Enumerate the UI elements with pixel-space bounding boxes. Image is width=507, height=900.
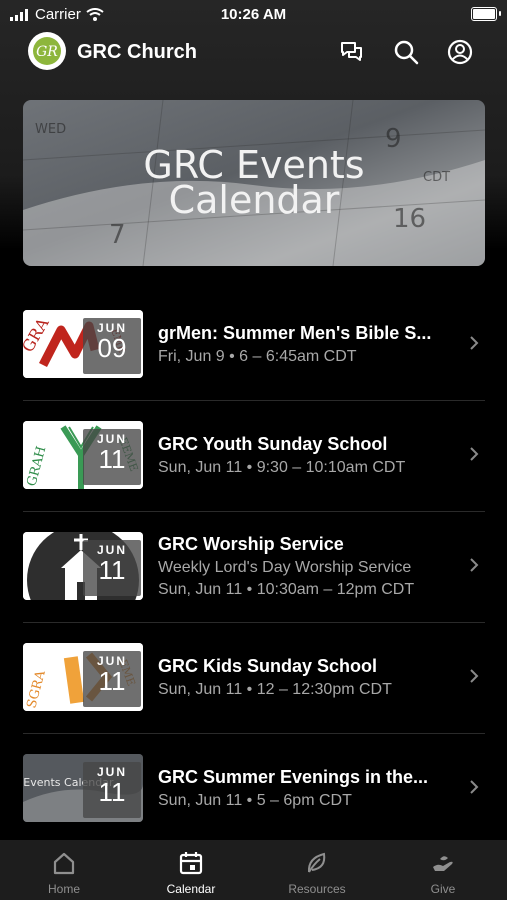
event-date-badge: JUN 11 — [83, 651, 141, 707]
tab-bar: Home Calendar Resources Give — [0, 840, 507, 900]
chevron-right-icon — [470, 780, 479, 794]
event-thumbnail: GRA EME JUN 09 — [23, 310, 143, 378]
status-time: 10:26 AM — [220, 6, 287, 23]
event-description: Weekly Lord's Day Worship Service — [158, 559, 412, 576]
chevron-right-icon — [470, 447, 479, 461]
home-icon — [53, 852, 75, 875]
tab-give[interactable]: Give — [398, 850, 488, 896]
search-icon[interactable] — [392, 38, 420, 66]
event-thumbnail: GRAH EEME JUN 11 — [23, 421, 143, 489]
event-thumbnail: JUN 11 — [23, 532, 143, 600]
app-header: GR GRC Church — [0, 30, 507, 76]
event-text: grMen: Summer Men's Bible S... Fri, Jun … — [158, 323, 458, 366]
chevron-right-icon — [470, 558, 479, 572]
event-item-worship-service[interactable]: JUN 11 GRC Worship Service Weekly Lord's… — [23, 512, 485, 623]
event-thumbnail: GRC Events Calendar JUN 11 — [23, 754, 143, 822]
event-time: Sun, Jun 11 • 10:30am – 12pm CDT — [158, 581, 415, 598]
tab-label: Resources — [288, 882, 346, 896]
event-item-kids-sunday-school[interactable]: SGRA EME JUN 11 GRC Kids Sunday School S… — [23, 623, 485, 734]
event-day: 11 — [98, 444, 126, 474]
app-title: GRC Church — [77, 41, 197, 63]
event-day: 09 — [97, 333, 127, 363]
event-day: 11 — [98, 666, 126, 696]
svg-text:GR: GR — [36, 44, 58, 60]
event-item-grmen[interactable]: GRA EME JUN 09 grMen: Summer Men's Bible… — [23, 290, 485, 401]
status-bar: Carrier 10:26 AM — [0, 0, 507, 28]
event-date-badge: JUN 11 — [83, 762, 141, 818]
event-text: GRC Summer Evenings in the... Sun, Jun 1… — [158, 767, 458, 810]
banner-title: GRC Events Calendar — [23, 146, 485, 222]
event-item-summer-evenings[interactable]: GRC Events Calendar JUN 11 GRC Summer Ev… — [23, 734, 485, 844]
tab-calendar[interactable]: Calendar — [146, 850, 236, 896]
event-text: GRC Kids Sunday School Sun, Jun 11 • 12 … — [158, 656, 458, 699]
event-title: GRC Summer Evenings in the... — [158, 767, 429, 787]
event-title: GRC Worship Service — [158, 534, 344, 554]
church-logo[interactable]: GR — [28, 32, 66, 70]
event-date-badge: JUN 11 — [83, 540, 141, 596]
calendar-icon — [179, 852, 203, 875]
event-list: GRA EME JUN 09 grMen: Summer Men's Bible… — [23, 290, 485, 844]
account-icon[interactable] — [446, 38, 474, 66]
tab-resources[interactable]: Resources — [272, 850, 362, 896]
event-day: 11 — [98, 777, 126, 807]
event-date-badge: JUN 11 — [83, 429, 141, 485]
event-text: GRC Worship Service Weekly Lord's Day Wo… — [158, 534, 458, 599]
tab-home[interactable]: Home — [19, 850, 109, 896]
give-icon — [433, 856, 453, 871]
grc-logo-icon: GR — [33, 37, 61, 65]
event-title: GRC Youth Sunday School — [158, 434, 388, 454]
tab-label: Give — [430, 882, 456, 896]
tab-label: Calendar — [166, 882, 216, 896]
calendar-mark: WED — [35, 122, 67, 137]
event-time: Fri, Jun 9 • 6 – 6:45am CDT — [158, 348, 357, 365]
event-title: GRC Kids Sunday School — [158, 656, 378, 676]
events-calendar-banner[interactable]: WED 9 7 16 CDT GRC Events Calendar — [23, 100, 485, 266]
event-title: grMen: Summer Men's Bible S... — [158, 323, 432, 343]
event-time: Sun, Jun 11 • 9:30 – 10:10am CDT — [158, 459, 406, 476]
event-text: GRC Youth Sunday School Sun, Jun 11 • 9:… — [158, 434, 458, 477]
chat-icon[interactable] — [338, 38, 366, 66]
calendar-mark: 7 — [109, 220, 126, 250]
event-date-badge: JUN 09 — [83, 318, 141, 374]
event-day: 11 — [98, 555, 126, 585]
event-time: Sun, Jun 11 • 5 – 6pm CDT — [158, 792, 352, 809]
banner-title-line2: Calendar — [168, 178, 340, 222]
chevron-right-icon — [470, 336, 479, 350]
event-time: Sun, Jun 11 • 12 – 12:30pm CDT — [158, 681, 392, 698]
leaf-icon — [307, 852, 326, 873]
battery-cap — [499, 11, 501, 16]
chevron-right-icon — [470, 669, 479, 683]
battery-icon — [471, 7, 497, 21]
tab-label: Home — [47, 882, 80, 896]
event-thumbnail: SGRA EME JUN 11 — [23, 643, 143, 711]
event-item-youth-sunday-school[interactable]: GRAH EEME JUN 11 GRC Youth Sunday School… — [23, 401, 485, 512]
